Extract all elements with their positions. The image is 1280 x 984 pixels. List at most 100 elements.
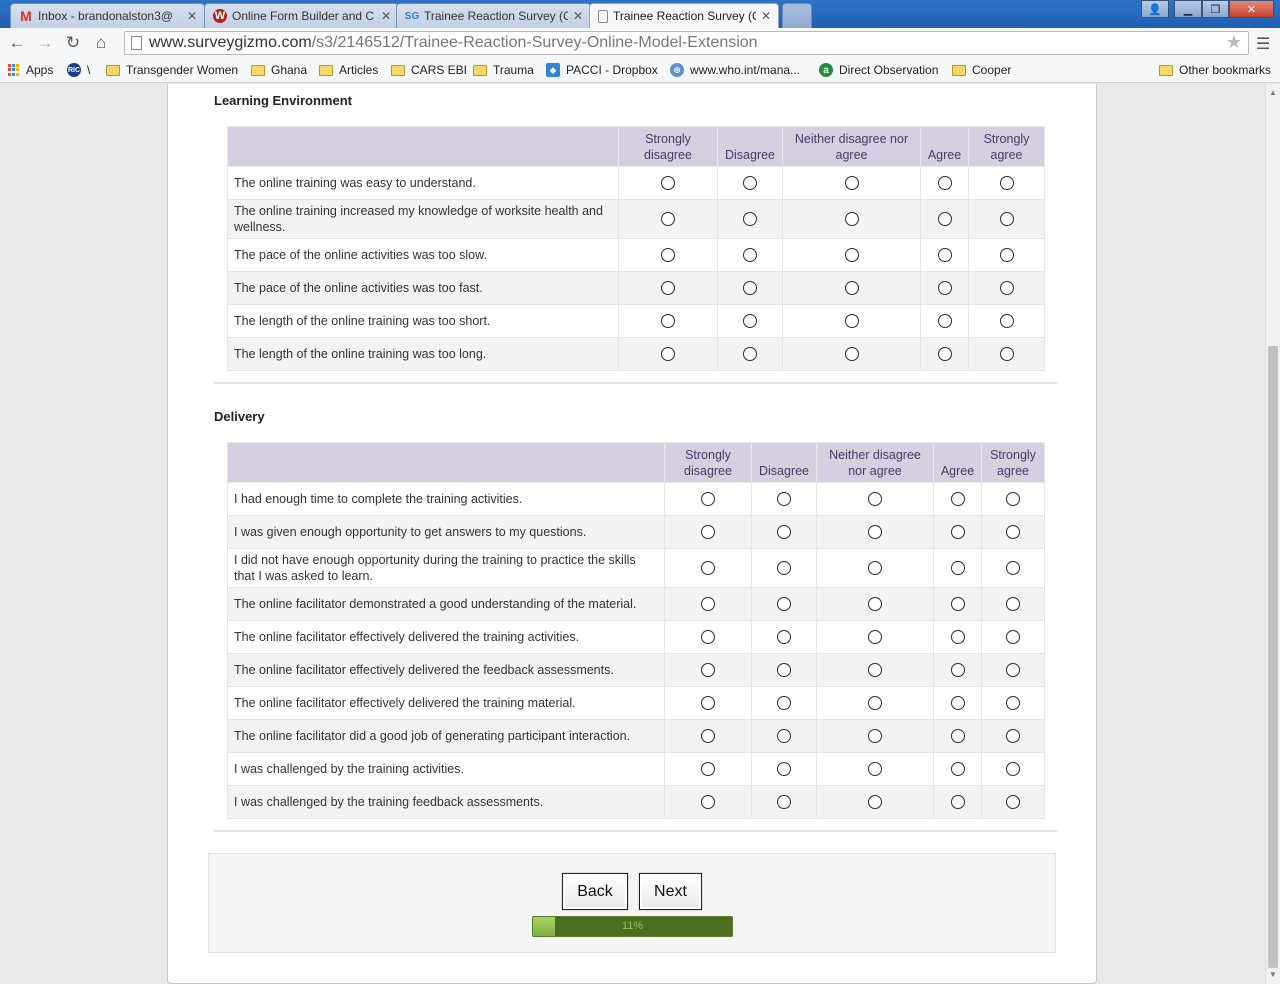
back-button[interactable]: Back [562,873,628,910]
rating-radio[interactable] [701,492,715,507]
rating-radio[interactable] [937,176,952,191]
rating-cell[interactable] [933,686,982,720]
rating-cell[interactable] [751,620,817,654]
rating-cell[interactable] [664,548,752,588]
rating-cell[interactable] [782,238,921,272]
rating-radio[interactable] [661,212,675,227]
rating-radio[interactable] [999,347,1014,362]
scroll-down-icon[interactable]: ▼ [1269,970,1277,979]
rating-radio[interactable] [950,663,965,678]
rating-cell[interactable] [816,620,934,654]
rating-cell[interactable] [816,548,934,588]
tab-trainee-survey-active[interactable]: Trainee Reaction Survey (C ✕ [589,3,779,28]
rating-cell[interactable] [981,752,1045,786]
back-arrow-icon[interactable]: ← [3,29,31,57]
scrollbar-thumb[interactable] [1268,346,1278,968]
rating-radio[interactable] [701,597,715,612]
rating-radio[interactable] [868,630,882,645]
rating-cell[interactable] [782,271,921,305]
rating-cell[interactable] [751,587,817,621]
rating-radio[interactable] [777,561,791,576]
close-icon[interactable]: ✕ [572,9,584,23]
rating-radio[interactable] [701,525,715,540]
bookmark-direct-observation[interactable]: a Direct Observation [819,62,938,78]
rating-cell[interactable] [717,166,783,200]
bookmark-who[interactable]: ⊕ www.who.int/mana... [670,62,800,78]
rating-radio[interactable] [701,663,715,678]
rating-radio[interactable] [999,176,1014,191]
rating-radio[interactable] [777,492,791,507]
rating-cell[interactable] [664,587,752,621]
rating-cell[interactable] [664,515,752,549]
rating-radio[interactable] [777,597,791,612]
bookmark-apps[interactable]: Apps [8,62,53,78]
rating-cell[interactable] [717,271,783,305]
rating-cell[interactable] [933,719,982,753]
rating-radio[interactable] [950,762,965,777]
rating-radio[interactable] [1006,663,1020,678]
rating-radio[interactable] [1006,696,1020,711]
rating-cell[interactable] [981,653,1045,687]
rating-cell[interactable] [981,620,1045,654]
tab-surveygizmo[interactable]: SG Trainee Reaction Survey (C ✕ [396,3,591,28]
rating-radio[interactable] [661,281,675,296]
rating-cell[interactable] [751,482,817,516]
rating-radio[interactable] [701,795,715,810]
close-icon[interactable]: ✕ [760,9,772,23]
rating-radio[interactable] [844,314,859,329]
rating-cell[interactable] [968,304,1045,338]
rating-cell[interactable] [981,719,1045,753]
rating-radio[interactable] [701,630,715,645]
rating-cell[interactable] [968,199,1045,239]
rating-cell[interactable] [782,166,921,200]
forward-arrow-icon[interactable]: → [31,29,59,57]
next-button[interactable]: Next [639,873,702,910]
bookmark-transgender-women[interactable]: Transgender Women [106,62,238,78]
rating-cell[interactable] [933,752,982,786]
rating-cell[interactable] [816,587,934,621]
rating-cell[interactable] [751,686,817,720]
rating-cell[interactable] [981,548,1045,588]
rating-cell[interactable] [717,238,783,272]
rating-cell[interactable] [968,271,1045,305]
rating-cell[interactable] [717,304,783,338]
rating-radio[interactable] [950,561,965,576]
bookmark-cars-ebi[interactable]: CARS EBI [391,62,467,78]
rating-cell[interactable] [816,719,934,753]
tab-wufoo[interactable]: W Online Form Builder and C ✕ [204,3,399,28]
rating-cell[interactable] [618,238,718,272]
rating-cell[interactable] [968,337,1045,371]
rating-radio[interactable] [950,597,965,612]
rating-cell[interactable] [664,686,752,720]
tab-gmail[interactable]: M Inbox - brandonalston3@ ✕ [10,3,205,28]
rating-radio[interactable] [868,663,882,678]
rating-cell[interactable] [920,199,969,239]
rating-cell[interactable] [664,482,752,516]
rating-radio[interactable] [950,525,965,540]
rating-radio[interactable] [701,696,715,711]
bookmark-ghana[interactable]: Ghana [251,62,307,78]
rating-cell[interactable] [664,620,752,654]
rating-radio[interactable] [701,762,715,777]
rating-cell[interactable] [751,719,817,753]
rating-cell[interactable] [782,199,921,239]
rating-radio[interactable] [777,525,791,540]
rating-cell[interactable] [968,166,1045,200]
rating-radio[interactable] [937,347,952,362]
rating-cell[interactable] [981,785,1045,819]
rating-cell[interactable] [933,785,982,819]
rating-radio[interactable] [743,314,757,329]
address-bar[interactable]: www.surveygizmo.com/s3/2146512/Trainee-R… [124,31,1249,55]
user-icon[interactable]: 👤 [1141,0,1169,18]
rating-cell[interactable] [751,752,817,786]
rating-radio[interactable] [777,696,791,711]
rating-radio[interactable] [868,492,882,507]
rating-cell[interactable] [933,653,982,687]
rating-radio[interactable] [743,212,757,227]
rating-cell[interactable] [981,515,1045,549]
rating-radio[interactable] [777,630,791,645]
restore-icon[interactable]: ❐ [1202,0,1229,18]
bookmark-trauma[interactable]: Trauma [473,62,534,78]
rating-cell[interactable] [981,587,1045,621]
rating-radio[interactable] [999,281,1014,296]
